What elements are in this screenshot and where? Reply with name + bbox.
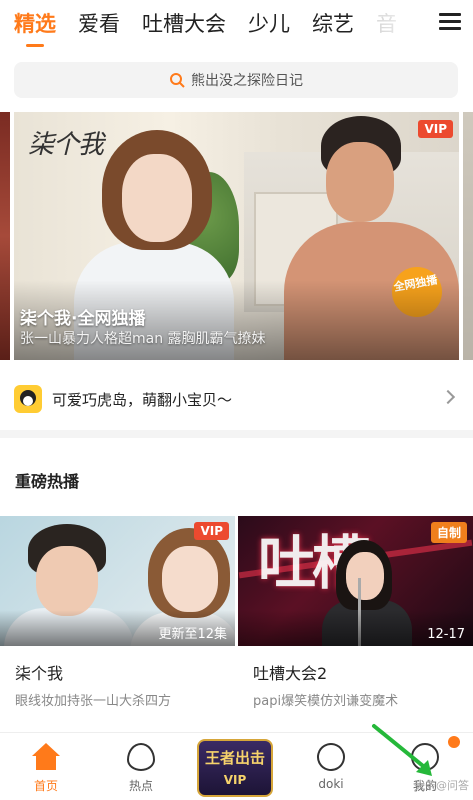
search-bar[interactable]: 熊出没之探险日记 — [14, 62, 458, 98]
tab-variety[interactable]: 综艺 — [312, 13, 354, 35]
show-logo: 柒个我 — [28, 130, 104, 160]
tab-tucao[interactable]: 吐槽大会 — [142, 13, 226, 35]
heart-icon — [311, 737, 351, 777]
search-placeholder: 熊出没之探险日记 — [191, 73, 303, 89]
tabs-fade — [369, 0, 429, 48]
section-title: 重磅热播 — [15, 472, 80, 491]
promo-row[interactable]: 可爱巧虎岛，萌翻小宝贝～ — [0, 376, 473, 422]
banner-title: 柒个我·全网独播 — [20, 309, 146, 329]
card-title[interactable]: 吐槽大会2 — [253, 660, 327, 684]
tab-kids[interactable]: 少儿 — [248, 13, 290, 35]
banner-next-peek[interactable] — [463, 112, 473, 360]
divider — [0, 430, 473, 438]
banner-prev-peek[interactable] — [0, 112, 10, 360]
card-description: 眼线妆加持张一山大杀四方 — [15, 694, 172, 709]
vip-badge: VIP — [194, 522, 229, 540]
chevron-right-icon — [440, 389, 456, 405]
game-promo-button[interactable]: 王者出击 VIP — [197, 739, 273, 797]
menu-icon[interactable] — [439, 12, 461, 32]
annotation-arrow-icon — [372, 724, 432, 776]
banner-subtitle: 张一山暴力人格超man 露胸肌霸气撩妹 — [20, 331, 266, 347]
nav-doki[interactable]: doki — [291, 733, 371, 800]
video-card[interactable]: 吐槽 自制 12-17 — [238, 516, 473, 646]
episode-date: 12-17 — [427, 627, 465, 642]
tab-featured[interactable]: 精选 — [14, 13, 56, 47]
card-description: papi爆笑模仿刘谦变魔术 — [253, 694, 399, 709]
flame-icon — [127, 743, 155, 771]
video-card[interactable]: VIP 更新至12集 — [0, 516, 235, 646]
original-badge: 自制 — [430, 522, 467, 543]
vip-badge: VIP — [418, 120, 453, 138]
episode-update: 更新至12集 — [158, 627, 227, 642]
nav-home[interactable]: 首页 — [6, 733, 86, 800]
tab-aikan[interactable]: 爱看 — [78, 13, 120, 35]
card-title[interactable]: 柒个我 — [15, 660, 63, 684]
nav-hot[interactable]: 热点 — [101, 733, 181, 800]
home-icon — [32, 743, 60, 771]
promo-text: 可爱巧虎岛，萌翻小宝贝～ — [52, 391, 233, 409]
penguin-icon — [14, 385, 42, 413]
search-icon — [170, 73, 185, 88]
watermark: 头条@问答 — [414, 779, 469, 792]
app-screen: 精选 爱看 吐槽大会 少儿 综艺 音 熊出没之探险日记 柒个我 VIP 全网独播… — [0, 0, 473, 800]
